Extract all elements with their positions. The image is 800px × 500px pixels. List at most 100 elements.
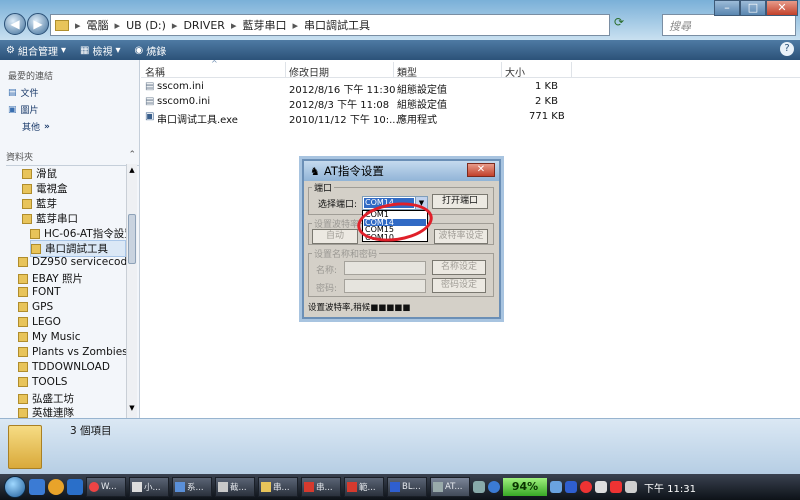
tree-item[interactable]: 弘盛工坊 <box>18 391 126 406</box>
help-icon[interactable]: ? <box>780 42 794 56</box>
favorite-more[interactable]: 其他» <box>22 120 50 134</box>
tree-item[interactable]: 藍芽 <box>22 196 130 211</box>
column-size[interactable]: 大小 <box>505 64 525 79</box>
browser-icon[interactable] <box>48 479 64 495</box>
file-type: 組態設定值 <box>397 85 447 96</box>
open-port-button[interactable]: 打开端口 <box>432 194 488 209</box>
file-size: 1 KB <box>535 81 558 92</box>
tree-item[interactable]: HC-06-AT指令設置 <box>30 226 126 241</box>
breadcrumb-bt-serial[interactable]: 藍芽串口 <box>242 17 286 33</box>
taskbar-label: 系... <box>187 483 204 493</box>
column-divider[interactable] <box>393 62 394 78</box>
name-set-button[interactable]: 名称设定 <box>432 260 486 275</box>
column-type[interactable]: 類型 <box>397 64 417 79</box>
help-tray-icon[interactable] <box>488 481 500 493</box>
maximize-button[interactable]: □ <box>740 0 766 16</box>
minimize-button[interactable]: – <box>714 0 740 16</box>
burn-button[interactable]: ◉ 燒錄 <box>134 43 166 58</box>
tree-item[interactable]: EBAY 照片 <box>18 271 126 286</box>
password-label: 密码: <box>316 284 338 294</box>
tree-item[interactable]: DZ950 servicecodelist <box>18 256 126 268</box>
tray-app-icon[interactable] <box>610 481 622 493</box>
tree-item[interactable]: TOOLS <box>18 376 126 388</box>
file-row[interactable]: ▤ sscom0.ini 2012/8/3 下午 11:08 組態設定值 2 K… <box>143 95 583 111</box>
tree-item[interactable]: My Music <box>18 331 126 343</box>
tree-scrollbar[interactable]: ▲ ▼ <box>126 164 137 418</box>
file-name: 串口调试工具.exe <box>157 115 238 126</box>
scroll-up-icon[interactable]: ▲ <box>128 166 136 176</box>
chevron-right-icon: ▸ <box>292 18 298 32</box>
address-bar[interactable]: ▸ 電腦 ▸ UB (D:) ▸ DRIVER ▸ 藍芽串口 ▸ 串口調試工具 <box>50 14 610 36</box>
file-row[interactable]: ▣ 串口调试工具.exe 2010/11/12 下午 10:... 應用程式 7… <box>143 110 583 126</box>
dialog-close-button[interactable]: ✕ <box>467 163 495 177</box>
file-name: sscom0.ini <box>157 96 211 107</box>
breadcrumb-serial-tool[interactable]: 串口調試工具 <box>304 17 370 33</box>
taskbar-button[interactable]: BL... <box>387 477 427 497</box>
baud-set-button[interactable]: 波特率设定 <box>434 229 488 244</box>
tree-item-selected[interactable]: 串口調試工具 <box>30 240 126 257</box>
breadcrumb-driver[interactable]: DRIVER <box>183 19 224 32</box>
battery-indicator[interactable]: 94% <box>503 478 547 496</box>
show-desktop-icon[interactable] <box>29 479 45 495</box>
tree-label: 串口調試工具 <box>45 243 108 255</box>
name-input[interactable] <box>344 261 426 275</box>
volume-icon[interactable] <box>595 481 607 493</box>
favorite-pictures[interactable]: ▣其他圖片 <box>8 103 39 117</box>
tree-item[interactable]: TDDOWNLOAD <box>18 361 126 373</box>
start-button[interactable] <box>4 476 26 498</box>
favorite-documents[interactable]: ▤ 文件 <box>8 86 39 100</box>
search-input[interactable]: 搜尋 <box>662 14 796 36</box>
antivirus-icon[interactable] <box>580 481 592 493</box>
column-divider[interactable] <box>571 62 572 78</box>
picture-icon: ▣ <box>8 104 17 115</box>
breadcrumb-computer[interactable]: 電腦 <box>87 17 109 33</box>
taskbar-button[interactable]: 範... <box>344 477 384 497</box>
organize-button[interactable]: ⚙ 組合管理 ▾ <box>6 43 66 58</box>
taskbar-label: 截... <box>230 483 247 493</box>
tree-item[interactable]: 藍芽串口 <box>22 211 130 226</box>
taskbar-button[interactable]: 小... <box>129 477 169 497</box>
column-divider[interactable] <box>285 62 286 78</box>
folder-icon <box>30 228 40 239</box>
views-button[interactable]: ▦ 檢視 ▾ <box>80 43 120 58</box>
tree-item[interactable]: GPS <box>18 301 126 313</box>
tree-item[interactable]: 滑鼠 <box>22 166 130 181</box>
network-icon[interactable] <box>550 481 562 493</box>
bluetooth-tray-icon[interactable] <box>565 481 577 493</box>
folders-header[interactable]: 資料夾 ⌃ <box>6 150 140 166</box>
column-divider[interactable] <box>501 62 502 78</box>
breadcrumb-drive[interactable]: UB (D:) <box>126 19 166 32</box>
scroll-down-icon[interactable]: ▼ <box>128 404 136 414</box>
sort-up-icon: ^ <box>211 59 218 68</box>
tree-item[interactable]: FONT <box>18 286 126 298</box>
column-date[interactable]: 修改日期 <box>289 64 329 79</box>
tree-item[interactable]: 電視盒 <box>22 181 130 196</box>
scroll-thumb[interactable] <box>128 214 136 264</box>
file-row[interactable]: ▤ sscom.ini 2012/8/16 下午 11:30 組態設定值 1 K… <box>143 80 583 96</box>
tray-app-icon[interactable] <box>625 481 637 493</box>
folder-open-icon <box>22 213 32 224</box>
taskbar-button[interactable]: 系... <box>172 477 212 497</box>
keyboard-icon[interactable] <box>473 481 485 493</box>
tree-item[interactable]: Plants vs Zombies <box>18 346 126 358</box>
taskbar-button[interactable]: W... <box>86 477 126 497</box>
snip-icon <box>218 482 228 492</box>
refresh-icon[interactable]: ⟳ <box>614 15 628 33</box>
password-set-button[interactable]: 密码设定 <box>432 278 486 293</box>
clock[interactable]: 下午 11:31 <box>644 480 696 495</box>
column-name[interactable]: 名稱 <box>145 64 165 79</box>
password-input[interactable] <box>344 279 426 293</box>
taskbar-button[interactable]: 截... <box>215 477 255 497</box>
taskbar-button[interactable]: 串... <box>301 477 341 497</box>
forward-button[interactable]: ▶ <box>27 13 49 35</box>
taskbar-label: 串... <box>273 483 290 493</box>
auto-baud-button[interactable]: 自动 <box>312 229 358 244</box>
close-button[interactable]: ✕ <box>766 0 798 16</box>
media-icon[interactable] <box>67 479 83 495</box>
tree-item[interactable]: LEGO <box>18 316 126 328</box>
folder-icon <box>22 183 32 194</box>
taskbar-button-active[interactable]: AT... <box>430 477 470 497</box>
back-button[interactable]: ◀ <box>4 13 26 35</box>
taskbar-button[interactable]: 串... <box>258 477 298 497</box>
app-icon: ♞ <box>310 164 320 178</box>
